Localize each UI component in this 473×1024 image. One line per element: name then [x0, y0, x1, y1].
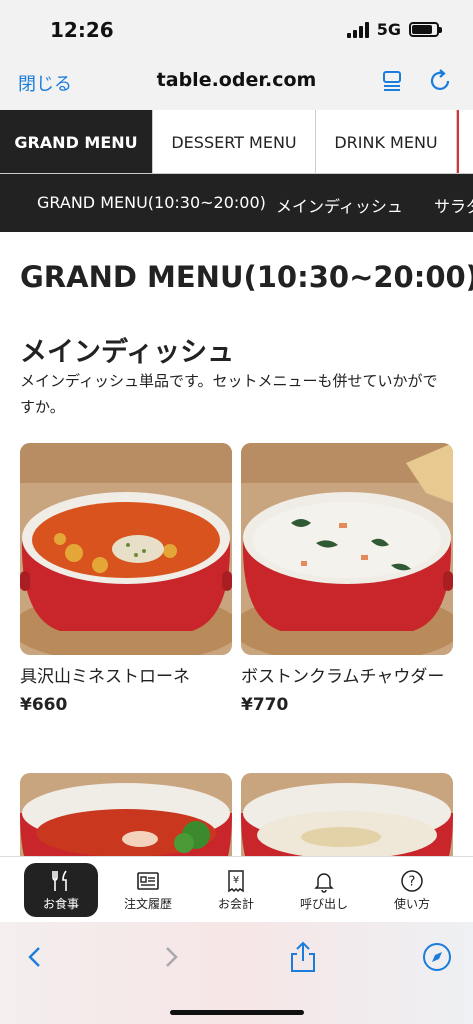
forward-icon[interactable] [154, 940, 188, 974]
menu-item-card[interactable] [241, 773, 453, 857]
nav-call[interactable]: 呼び出し [287, 863, 361, 917]
browser-toolbar [0, 922, 473, 1024]
menu-item-card[interactable]: ボストンクラムチャウダー ¥770 [241, 443, 453, 719]
tab-drink-menu[interactable]: DRINK MENU [316, 110, 457, 173]
menu-item-name: 具沢山ミネストローネ [20, 667, 190, 687]
nav-checkout[interactable]: ¥ お会計 [199, 863, 273, 917]
fork-knife-icon [52, 870, 67, 891]
category-salad[interactable]: サラダ [434, 193, 473, 217]
nav-food[interactable]: お食事 [24, 863, 98, 917]
menu-item-image [241, 773, 453, 857]
browser-header: 閉じる table.oder.com [0, 56, 473, 110]
signal-icon [346, 21, 369, 38]
home-indicator [170, 1010, 304, 1015]
category-main-dish[interactable]: メインディッシュ [276, 193, 403, 217]
tab-grand-menu[interactable]: GRAND MENU [0, 110, 153, 173]
clam-chowder-image [241, 443, 453, 655]
app-bottom-nav: お食事 注文履歴 ¥ お会計 呼び出し ? 使い方 [0, 856, 473, 922]
section-title: メインディッシュ [20, 337, 235, 368]
status-time: 12:26 [50, 18, 114, 42]
order-history-icon [137, 871, 159, 890]
minestrone-image [20, 443, 232, 655]
status-bar: 12:26 5G [0, 0, 473, 56]
bell-icon [314, 872, 334, 893]
network-type: 5G [376, 20, 401, 39]
help-icon: ? [401, 869, 423, 892]
menu-item-card[interactable]: 具沢山ミネストローネ ¥660 [20, 443, 232, 719]
menu-item-name: ボストンクラムチャウダー [241, 667, 445, 687]
menu-tabs: GRAND MENU DESSERT MENU DRINK MENU [0, 110, 473, 174]
share-icon[interactable] [286, 940, 320, 974]
reload-icon[interactable] [428, 68, 454, 94]
nav-help[interactable]: ? 使い方 [375, 863, 449, 917]
menu-item-card[interactable] [20, 773, 232, 857]
battery-icon [409, 22, 442, 37]
nav-order-history[interactable]: 注文履歴 [111, 863, 185, 917]
section-description: メインディッシュ単品です。セットメニューも併せていかがですか。 [20, 372, 438, 416]
svg-text:?: ? [409, 874, 416, 889]
category-nav: GRAND MENU(10:30~20:00) メインディッシュ サラダ [0, 174, 473, 232]
compass-icon[interactable] [420, 940, 454, 974]
menu-item-image [20, 773, 232, 857]
tab-next-partial[interactable] [457, 110, 471, 173]
svg-text:¥: ¥ [233, 875, 239, 886]
menu-item-price: ¥660 [20, 695, 68, 715]
receipt-icon: ¥ [228, 869, 244, 892]
category-grand-menu[interactable]: GRAND MENU(10:30~20:00) [37, 193, 266, 212]
menu-item-price: ¥770 [241, 695, 289, 715]
back-icon[interactable] [18, 940, 52, 974]
tab-dessert-menu[interactable]: DESSERT MENU [153, 110, 316, 173]
page-title: GRAND MENU(10:30~20:00) [20, 260, 473, 294]
list-icon[interactable] [380, 68, 406, 94]
